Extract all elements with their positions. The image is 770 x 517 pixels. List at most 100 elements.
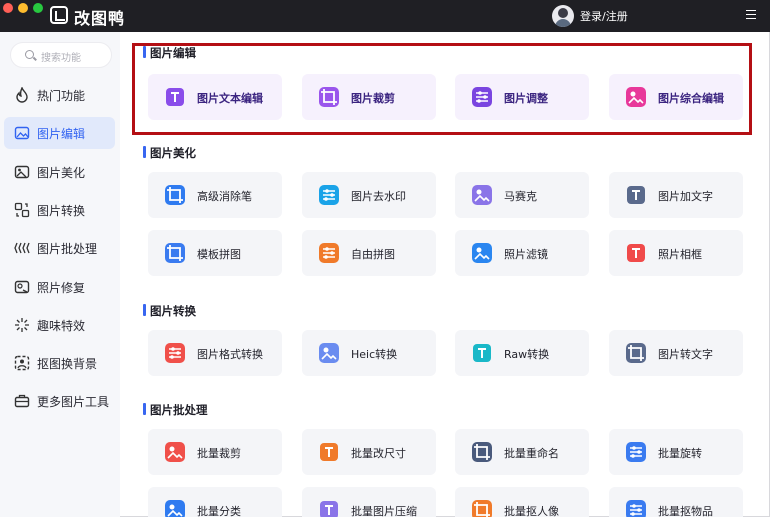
convert-icon: [14, 202, 30, 218]
sidebar-item-label: 趣味特效: [37, 318, 86, 333]
tool-card[interactable]: 图片去水印: [302, 172, 436, 218]
maximize-window-button[interactable]: [33, 3, 43, 13]
flame-icon: [14, 86, 30, 103]
tool-card[interactable]: 批量裁剪: [148, 429, 282, 475]
sidebar-item-4[interactable]: 图片转换: [4, 194, 115, 226]
filter-icon: [471, 242, 493, 264]
tool-card-label: 模板拼图: [197, 248, 241, 261]
tool-card[interactable]: 批量图片压缩: [302, 487, 436, 517]
tool-card[interactable]: 马赛克: [455, 172, 589, 218]
sidebar-item-7[interactable]: 趣味特效: [4, 309, 115, 341]
sparkle-icon: [14, 317, 30, 333]
raw-icon: [471, 342, 493, 364]
add-text-icon: [625, 184, 647, 206]
tool-card[interactable]: 模板拼图: [148, 230, 282, 276]
sidebar-item-label: 热门功能: [37, 89, 86, 103]
sidebar-item-2[interactable]: 图片编辑: [4, 117, 115, 150]
tool-card-label: Raw转换: [504, 348, 550, 361]
batch-icon: [14, 240, 30, 256]
tool-card-label: 马赛克: [504, 190, 537, 203]
tool-card-label: 图片转文字: [658, 348, 713, 361]
photo-repair-icon: [14, 279, 30, 295]
app-logo-icon: [50, 6, 68, 24]
avatar[interactable]: [552, 5, 574, 27]
close-window-button[interactable]: [3, 3, 13, 13]
login-register-link[interactable]: 登录/注册: [580, 8, 628, 24]
format-convert-icon: [164, 342, 186, 364]
sidebar-item-5[interactable]: 图片批处理: [4, 232, 115, 264]
tool-card-label: 照片滤镜: [504, 248, 548, 261]
tool-card[interactable]: 批量抠人像: [455, 487, 589, 517]
sidebar-item-label: 图片批处理: [37, 242, 98, 257]
tool-card-label: 批量旋转: [658, 447, 702, 460]
section-title: 图片批处理: [143, 403, 208, 417]
toolbox-icon: [14, 393, 30, 409]
sidebar-item-3[interactable]: 图片美化: [4, 156, 115, 188]
sidebar-item-6[interactable]: 照片修复: [4, 271, 115, 303]
tool-card-label: 批量改尺寸: [351, 447, 406, 460]
tool-card-label: 图片去水印: [351, 190, 406, 203]
title-bar: 改图鸭 登录/注册: [0, 0, 770, 32]
sidebar-item-label: 更多图片工具: [37, 395, 110, 410]
tool-card-label: 高级消除笔: [197, 190, 252, 203]
tool-card[interactable]: 批量旋转: [609, 429, 743, 475]
tool-card[interactable]: 批量分类: [148, 487, 282, 517]
tool-card[interactable]: 照片相框: [609, 230, 743, 276]
batch-portrait-cutout-icon: [471, 499, 493, 517]
sidebar-item-8[interactable]: 抠图换背景: [4, 347, 115, 379]
photo-frame-icon: [625, 242, 647, 264]
sidebar-item-label: 抠图换背景: [37, 357, 98, 372]
section-title: 图片美化: [143, 146, 196, 160]
batch-compress-icon: [318, 499, 340, 517]
search-icon: [25, 50, 34, 59]
template-collage-icon: [164, 242, 186, 264]
tool-card-label: 批量图片压缩: [351, 505, 417, 517]
tool-card[interactable]: 批量抠物品: [609, 487, 743, 517]
image-edit-icon: [14, 125, 30, 141]
minimize-window-button[interactable]: [18, 3, 28, 13]
tool-card[interactable]: 图片加文字: [609, 172, 743, 218]
tool-card-label: 批量分类: [197, 505, 241, 517]
sidebar: 搜索功能 热门功能图片编辑图片美化图片转换图片批处理照片修复趣味特效抠图换背景更…: [0, 32, 120, 517]
tool-card-label: 照片相框: [658, 248, 702, 261]
sidebar-item-1[interactable]: 热门功能: [4, 79, 115, 111]
tool-card[interactable]: 高级消除笔: [148, 172, 282, 218]
batch-classify-icon: [164, 499, 186, 517]
menu-icon[interactable]: [746, 10, 756, 19]
cutout-icon: [14, 355, 30, 371]
batch-rename-icon: [471, 441, 493, 463]
tool-card-label: 批量重命名: [504, 447, 559, 460]
sidebar-item-label: 图片美化: [37, 165, 86, 180]
tool-card[interactable]: Raw转换: [455, 330, 589, 376]
search-input[interactable]: 搜索功能: [10, 42, 112, 68]
mosaic-icon: [471, 184, 493, 206]
batch-crop-icon: [164, 441, 186, 463]
tool-card[interactable]: 图片格式转换: [148, 330, 282, 376]
tool-card-label: 批量裁剪: [197, 447, 241, 460]
eraser-pen-icon: [164, 184, 186, 206]
tool-card-label: Heic转换: [351, 348, 398, 361]
sidebar-item-label: 图片编辑: [37, 127, 86, 142]
tool-card[interactable]: 照片滤镜: [455, 230, 589, 276]
sidebar-item-9[interactable]: 更多图片工具: [4, 385, 115, 417]
tool-card[interactable]: Heic转换: [302, 330, 436, 376]
tool-card-label: 自由拼图: [351, 248, 395, 261]
tool-card[interactable]: 批量改尺寸: [302, 429, 436, 475]
tool-card[interactable]: 批量重命名: [455, 429, 589, 475]
batch-object-cutout-icon: [625, 499, 647, 517]
tool-card[interactable]: 图片转文字: [609, 330, 743, 376]
image-to-text-icon: [625, 342, 647, 364]
sidebar-item-label: 照片修复: [37, 280, 86, 295]
sidebar-item-label: 图片转换: [37, 203, 86, 218]
tool-card-label: 图片加文字: [658, 190, 713, 203]
watermark-drop-icon: [318, 184, 340, 206]
tool-card-label: 批量抠物品: [658, 505, 713, 517]
tool-card[interactable]: 自由拼图: [302, 230, 436, 276]
tool-card-label: 批量抠人像: [504, 505, 559, 517]
image-beautify-icon: [14, 164, 30, 180]
highlight-box: [132, 43, 752, 135]
heic-icon: [318, 342, 340, 364]
batch-resize-icon: [318, 441, 340, 463]
tool-card-label: 图片格式转换: [197, 348, 263, 361]
search-placeholder: 搜索功能: [41, 53, 81, 64]
